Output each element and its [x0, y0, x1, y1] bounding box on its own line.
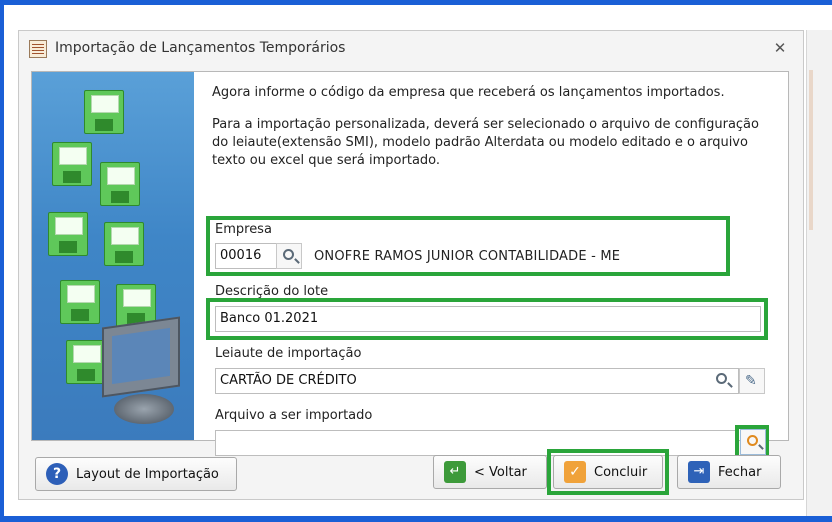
- fechar-button[interactable]: ⇥ Fechar: [677, 455, 781, 489]
- voltar-label: < Voltar: [474, 464, 527, 480]
- concluir-label: Concluir: [594, 464, 648, 480]
- search-icon: [283, 249, 294, 260]
- checkmark-icon: ✓: [564, 461, 586, 483]
- title-bar: Importação de Lançamentos Temporários ✕: [19, 31, 805, 67]
- window-title: Importação de Lançamentos Temporários: [55, 40, 346, 56]
- back-arrow-icon: ↵: [444, 461, 466, 483]
- floppy-disk-icon: [66, 340, 106, 384]
- exit-door-icon: ⇥: [688, 461, 710, 483]
- help-icon: ?: [46, 463, 68, 485]
- fechar-label: Fechar: [718, 464, 762, 480]
- scroll-thumb: [809, 70, 813, 230]
- arquivo-label: Arquivo a ser importado: [215, 408, 373, 423]
- intro-line-1: Agora informe o código da empresa que re…: [212, 85, 725, 100]
- leiaute-edit-button[interactable]: ✎: [739, 368, 765, 394]
- wizard-illustration: [32, 72, 194, 440]
- wizard-content: Agora informe o código da empresa que re…: [31, 71, 789, 456]
- import-dialog: Importação de Lançamentos Temporários ✕ …: [18, 30, 804, 500]
- layout-importacao-label: Layout de Importação: [76, 466, 219, 482]
- screen-frame-left: [0, 0, 4, 522]
- edit-icon: ✎: [745, 373, 757, 389]
- search-icon: [747, 435, 758, 446]
- floppy-disk-icon: [100, 162, 140, 206]
- empresa-name: ONOFRE RAMOS JUNIOR CONTABILIDADE - ME: [314, 249, 621, 264]
- floppy-disk-icon: [52, 142, 92, 186]
- descricao-input[interactable]: Banco 01.2021: [215, 306, 761, 332]
- intro-text: Agora informe o código da empresa que re…: [212, 84, 772, 184]
- descricao-label: Descrição do lote: [215, 284, 329, 299]
- ledger-icon: [29, 40, 47, 58]
- computer-monitor-icon: [102, 316, 180, 398]
- leiaute-label: Leiaute de importação: [215, 346, 362, 361]
- close-button[interactable]: ✕: [771, 39, 789, 57]
- floppy-disk-icon: [48, 212, 88, 256]
- concluir-button[interactable]: ✓ Concluir: [553, 455, 663, 489]
- leiaute-search-button[interactable]: [710, 368, 736, 394]
- voltar-button[interactable]: ↵ < Voltar: [433, 455, 547, 489]
- leiaute-input[interactable]: CARTÃO DE CRÉDITO: [215, 368, 739, 394]
- floppy-disk-icon: [104, 222, 144, 266]
- background-window-edge: [806, 30, 832, 516]
- floppy-disk-icon: [84, 90, 124, 134]
- monitor-screen: [112, 327, 170, 385]
- screen-frame-top: [0, 0, 832, 5]
- layout-importacao-button[interactable]: ? Layout de Importação: [35, 457, 237, 491]
- search-icon: [716, 373, 727, 384]
- empresa-code-input[interactable]: 00016: [215, 243, 281, 269]
- arquivo-browse-button[interactable]: [740, 429, 766, 455]
- empresa-label: Empresa: [215, 222, 272, 237]
- intro-line-2: Para a importação personalizada, deverá …: [212, 117, 759, 168]
- floppy-disk-icon: [60, 280, 100, 324]
- monitor-stand-icon: [114, 394, 174, 424]
- empresa-search-button[interactable]: [276, 243, 302, 269]
- screen-frame-bottom: [0, 516, 832, 522]
